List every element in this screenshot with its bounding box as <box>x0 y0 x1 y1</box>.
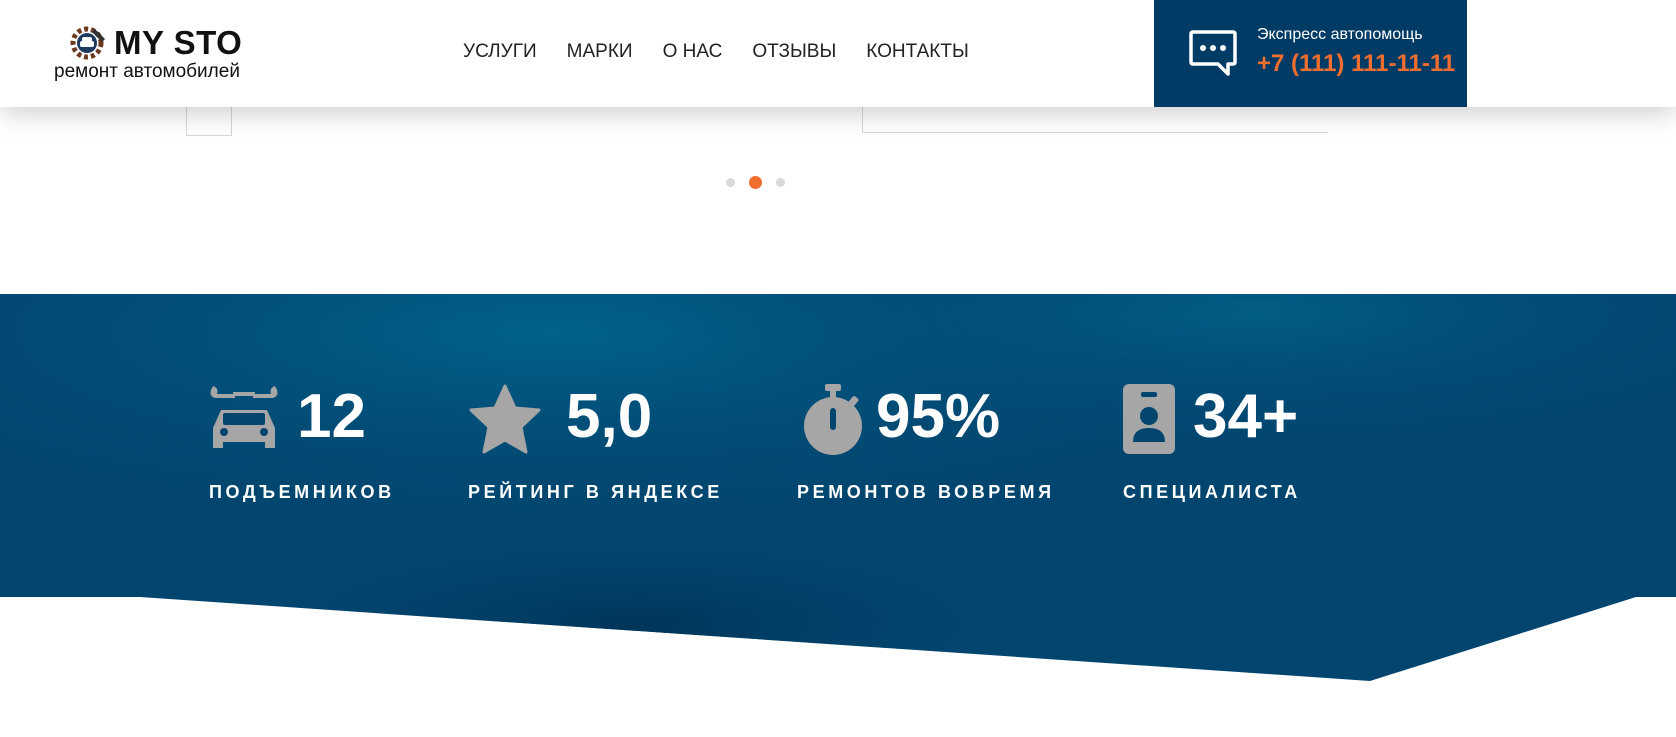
nav-item-contacts[interactable]: КОНТАКТЫ <box>866 41 969 63</box>
chat-bubble-icon <box>1189 30 1237 76</box>
logo[interactable]: MY STO ремонт автомобилей <box>52 22 292 84</box>
stats-section: 12 ПОДЪЕМНИКОВ 5,0 РЕЙТИНГ В ЯНДЕКСЕ 95%… <box>0 294 1676 681</box>
main-nav: УСЛУГИ МАРКИ О НАС ОТЗЫВЫ КОНТАКТЫ <box>463 41 969 63</box>
gear-car-icon <box>70 26 105 60</box>
logo-title: MY STO <box>114 24 243 61</box>
nav-item-services[interactable]: УСЛУГИ <box>463 41 537 63</box>
logo-subtitle: ремонт автомобилей <box>54 61 240 82</box>
stat-value: 34+ <box>1193 382 1299 451</box>
slider-dot[interactable] <box>726 178 735 187</box>
nav-item-about[interactable]: О НАС <box>663 41 723 63</box>
stat-label: РЕЙТИНГ В ЯНДЕКСЕ <box>468 482 723 502</box>
id-badge-icon <box>1123 384 1175 454</box>
stat-value: 95% <box>876 382 1001 451</box>
stat-label: РЕМОНТОВ ВОВРЕМЯ <box>797 482 1055 502</box>
slide-card-edge <box>186 107 232 136</box>
slider-dot[interactable] <box>776 178 785 187</box>
stat-value: 5,0 <box>566 382 653 451</box>
slider-pagination <box>726 176 785 189</box>
car-wrench-icon <box>210 386 278 448</box>
star-icon <box>469 384 541 454</box>
nav-item-brands[interactable]: МАРКИ <box>567 41 633 63</box>
nav-item-reviews[interactable]: ОТЗЫВЫ <box>752 41 836 63</box>
phone-link[interactable]: +7 (111) 111-11-11 <box>1257 50 1455 78</box>
slide-card-edge <box>862 107 1328 133</box>
slider-dot-active[interactable] <box>749 176 762 189</box>
stat-label: ПОДЪЕМНИКОВ <box>209 482 395 502</box>
stat-label: СПЕЦИАЛИСТА <box>1123 482 1301 502</box>
stopwatch-icon <box>804 384 862 455</box>
site-header: MY STO ремонт автомобилей УСЛУГИ МАРКИ О… <box>0 0 1676 107</box>
stat-value: 12 <box>297 382 366 451</box>
express-help-panel[interactable]: Экспресс автопомощь +7 (111) 111-11-11 <box>1154 0 1467 107</box>
express-help-label: Экспресс автопомощь <box>1257 26 1423 43</box>
